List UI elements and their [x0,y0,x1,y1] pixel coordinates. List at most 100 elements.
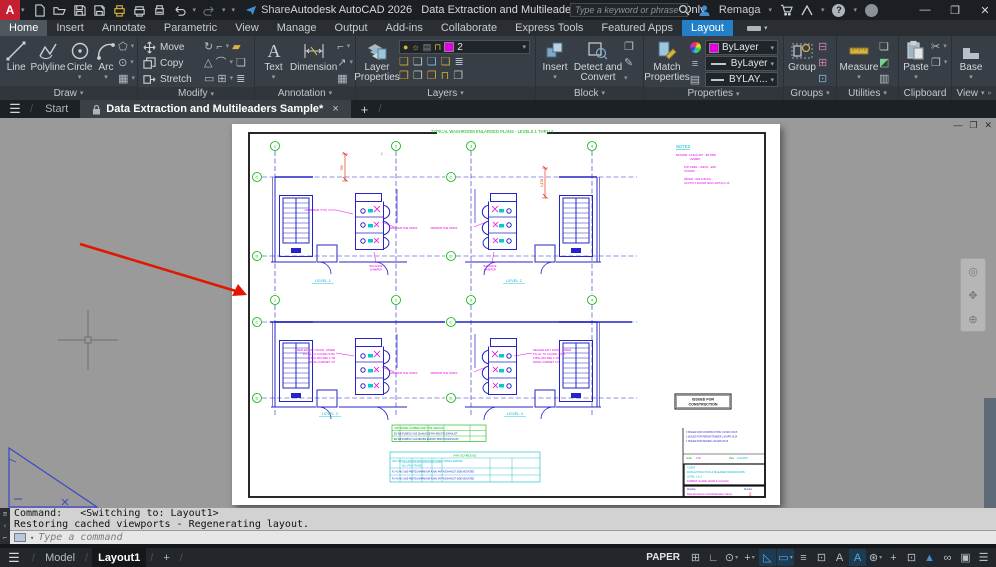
layer-isolate-icon[interactable]: ❏ [413,56,423,68]
group-button[interactable]: Group [786,38,818,73]
undo-icon[interactable] [173,3,187,17]
help-caret-icon[interactable]: ▾ [853,6,857,14]
line-button[interactable]: Line [2,38,30,73]
navigation-bar[interactable]: ◎ ✥ ⊕ [960,258,986,332]
autodesk-mark-icon[interactable] [801,4,813,16]
fillet-icon[interactable]: ⌒ [215,57,226,69]
ungroup-icon[interactable]: ⊟ [818,41,827,53]
file-tab-active[interactable]: Data Extraction and Multileaders Sample*… [80,100,351,118]
annotation-visibility-icon[interactable]: A [831,549,848,566]
command-history-icon[interactable]: ≡ [3,510,7,518]
select-all-icon[interactable]: ◩ [879,57,889,69]
layout1-tab[interactable]: Layout1 [92,548,147,567]
drawing-canvas[interactable]: TYPICAL WASHROOM ENLARGED PLANS - LEVELS… [0,118,996,508]
vertical-scrollbar[interactable] [984,398,996,508]
file-tab-close-icon[interactable]: × [332,103,338,115]
ribbon-tab-view[interactable]: View [226,20,268,36]
plot-icon[interactable] [113,3,127,17]
ribbon-collapse-button[interactable]: ▾ [739,20,776,36]
polygon-icon[interactable]: ⬠ [118,41,128,53]
panel-label-groups[interactable]: Groups ▾ [784,86,836,100]
panel-label-clipboard[interactable]: Clipboard [899,86,951,100]
selection-cycling-icon[interactable]: ⊡ [813,549,830,566]
panel-label-layers[interactable]: Layers ▾ [356,86,535,100]
close-button[interactable]: ✕ [974,0,996,20]
cart-icon[interactable] [780,4,793,16]
layer-freeze-icon[interactable]: ❏ [427,56,437,68]
offset-icon[interactable]: ≣ [236,73,245,85]
pan-icon[interactable]: ✥ [968,289,977,302]
vp-close-icon[interactable]: ✕ [984,120,992,131]
arc-caret-icon[interactable]: ▾ [104,73,108,83]
stretch-button[interactable]: Stretch [143,72,199,87]
copy-button[interactable]: Copy [143,56,199,71]
panel-label-modify[interactable]: Modify ▾ [138,87,254,100]
search-input[interactable]: Type a keyword or phrase [570,3,688,17]
layer-dropdown-caret-icon[interactable]: ▾ [522,43,526,51]
group-edit-icon[interactable]: ⊞ [818,57,827,69]
edit-block-icon[interactable]: ✎ [624,57,633,69]
ribbon-tab-manage[interactable]: Manage [268,20,326,36]
file-tab-menu-icon[interactable]: ☰ [0,100,30,118]
polar-tracking-icon[interactable]: ⊙ ▾ [723,549,740,566]
new-drawing-tab-button[interactable]: + [351,100,379,118]
panel-label-block[interactable]: Block ▾ [536,86,643,100]
customization-icon[interactable]: ☰ [975,549,992,566]
layer-lock-icon[interactable]: ❏ [441,56,451,68]
quick-select-icon[interactable]: ❏ [879,41,889,53]
table-icon[interactable]: ▦ [337,73,347,85]
panel-label-utilities[interactable]: Utilities ▾ [837,86,898,100]
save-as-icon[interactable] [93,3,107,17]
scale-icon[interactable]: ▭ [204,73,214,85]
trim-icon[interactable]: ⌐ [216,41,222,53]
layer-make-current-icon[interactable]: ❐ [399,70,409,82]
user-name[interactable]: Remaga [719,4,761,16]
clean-screen-icon[interactable]: ▣ [957,549,974,566]
lineweight-dropdown[interactable]: ByLayer ▾ [705,56,778,71]
mirror-icon[interactable]: △ [204,57,212,69]
command-input[interactable]: ▾ Type a command [10,530,996,544]
ribbon-tab-featured-apps[interactable]: Featured Apps [592,20,682,36]
ribbon-tab-parametric[interactable]: Parametric [155,20,226,36]
isodraft-icon[interactable]: ◺ [759,549,776,566]
app-menu-caret-icon[interactable]: ▾ [21,6,25,14]
layer-unlock2-icon[interactable]: ⊓ [441,70,450,82]
snap-mode-icon[interactable]: ⊞ [687,549,704,566]
open-file-icon[interactable] [53,3,67,17]
graphics-performance-icon[interactable]: ▲ [921,549,938,566]
layout-tab-menu-icon[interactable]: ☰ [0,550,28,566]
array-icon[interactable]: ⊞ [217,73,226,85]
redo-caret-icon[interactable]: ▾ [222,6,226,14]
isolate-objects-icon[interactable]: ∞ [939,549,956,566]
undo-caret-icon[interactable]: ▾ [193,6,197,14]
object-snap-icon[interactable]: ▭ ▾ [777,549,794,566]
object-snap-tracking-icon[interactable]: + ▾ [741,549,758,566]
user-avatar-icon[interactable] [698,4,711,17]
annotation-monitor-icon[interactable]: ⊡ [903,549,920,566]
new-file-icon[interactable] [33,3,47,17]
new-layout-button[interactable]: + [157,548,175,567]
layer-previous-icon[interactable]: ❐ [413,70,423,82]
panel-label-annotation[interactable]: Annotation ▾ [255,86,355,100]
erase-icon[interactable]: ▰ [232,41,240,53]
command-caret-icon[interactable]: ▾ [30,534,34,542]
hatch-icon[interactable]: ▦ [118,73,128,85]
layer-off-icon[interactable]: ❏ [399,56,409,68]
detect-convert-button[interactable]: Detect and Convert [572,38,624,83]
ribbon-overflow-icon[interactable]: » [988,90,992,97]
paste-button[interactable]: Paste ▾ [901,38,931,83]
autodesk-caret-icon[interactable]: ▾ [821,6,825,14]
annotation-autoscale-icon[interactable]: A [849,549,866,566]
text-button[interactable]: A Text ▾ [257,38,290,83]
layer-dropdown[interactable]: ● ☼ ▤ ⊓ 2 ▾ [399,40,530,54]
circle-button[interactable]: Circle ▾ [65,38,93,83]
vp-minimize-icon[interactable]: — [953,120,962,131]
lineweight-icon[interactable]: ≡ [795,549,812,566]
base-button[interactable]: Base ▾ [954,38,988,83]
color-dropdown[interactable]: ByLayer ▾ [705,40,778,55]
restore-button[interactable]: ❐ [944,0,966,20]
move-button[interactable]: Move [143,40,199,55]
print-icon[interactable] [153,3,167,17]
polyline-button[interactable]: Polyline [30,38,65,73]
command-customize-icon[interactable]: ⌐ [3,534,7,542]
